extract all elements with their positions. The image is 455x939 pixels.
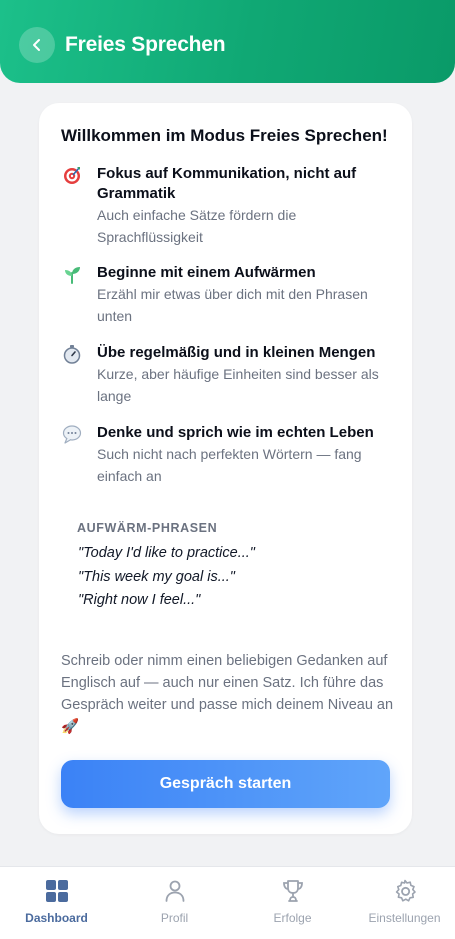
nav-label: Profil xyxy=(160,911,189,925)
tip-item: Fokus auf Kommunikation, nicht auf Gramm… xyxy=(61,164,401,246)
nav-item-profile[interactable]: Profil xyxy=(118,867,231,939)
intro-text: Schreib oder nimm einen beliebigen Gedan… xyxy=(61,653,394,735)
tip-description: Erzähl mir etwas über dich mit den Phras… xyxy=(97,286,368,324)
info-card: Willkommen im Modus Freies Sprechen! Fok… xyxy=(39,103,412,834)
warmup-phrase: "This week my goal is..." xyxy=(78,569,235,585)
nav-item-achievements[interactable]: Erfolge xyxy=(236,867,349,939)
start-conversation-button[interactable]: Gespräch starten xyxy=(61,760,390,808)
speech-bubble-icon xyxy=(61,423,83,445)
person-icon xyxy=(165,880,184,902)
tip-item: Denke und sprich wie im echten Leben Suc… xyxy=(61,423,401,485)
gear-icon xyxy=(395,879,416,902)
nav-label: Dashboard xyxy=(25,911,88,925)
tip-title: Fokus auf Kommunikation, nicht auf Gramm… xyxy=(97,165,357,202)
stopwatch-icon xyxy=(61,343,83,365)
tip-title: Denke und sprich wie im echten Leben xyxy=(97,424,374,441)
tip-description: Auch einfache Sätze fördern die Sprachfl… xyxy=(97,207,297,245)
tip-item: Übe regelmäßig und in kleinen Mengen Kur… xyxy=(61,343,401,405)
tip-title: Beginne mit einem Aufwärmen xyxy=(97,264,316,281)
tip-description: Kurze, aber häufige Einheiten sind besse… xyxy=(97,366,379,404)
back-button[interactable] xyxy=(19,27,55,63)
warmup-phrase: "Right now I feel..." xyxy=(78,592,201,608)
seedling-icon xyxy=(61,263,83,285)
target-icon xyxy=(61,164,83,186)
tip-title: Übe regelmäßig und in kleinen Mengen xyxy=(97,344,376,361)
app-header: Freies Sprechen xyxy=(0,0,455,83)
tip-description: Such nicht nach perfekten Wörtern — fang… xyxy=(97,446,362,484)
warmup-phrase: "Today I'd like to practice..." xyxy=(78,545,255,561)
nav-label: Einstellungen xyxy=(368,911,441,925)
tip-item: Beginne mit einem Aufwärmen Erzähl mir e… xyxy=(61,263,401,325)
nav-item-dashboard[interactable]: Dashboard xyxy=(0,867,113,939)
nav-label: Erfolge xyxy=(273,911,312,925)
nav-item-settings[interactable]: Einstellungen xyxy=(354,867,455,939)
trophy-icon xyxy=(282,880,303,902)
page-title: Freies Sprechen xyxy=(65,33,226,56)
dashboard-icon xyxy=(45,880,68,902)
bottom-nav: Dashboard Profil Erfolge Einstellungen xyxy=(0,866,455,939)
chevron-left-icon xyxy=(33,39,40,51)
card-title: Willkommen im Modus Freies Sprechen! xyxy=(61,126,388,145)
warmup-phrases-label: AUFWÄRM-PHRASEN xyxy=(77,521,218,535)
